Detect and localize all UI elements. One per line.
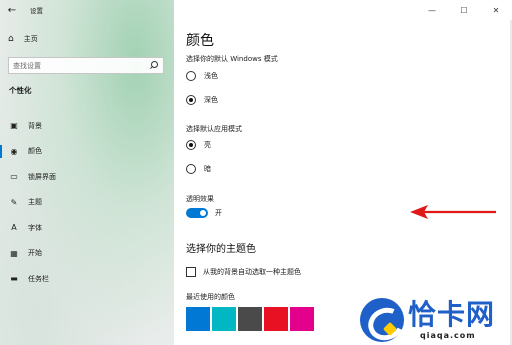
transparency-toggle[interactable] [186, 208, 208, 218]
checkbox-label: 从我的背景自动选取一种主题色 [203, 268, 301, 276]
sidebar-item-start[interactable]: ▦ 开始 [0, 241, 174, 267]
monitor-icon: ▭ [10, 172, 18, 182]
auto-accent-checkbox-row[interactable]: 从我的背景自动选取一种主题色 [186, 267, 301, 277]
search-input[interactable] [13, 61, 143, 70]
accent-title: 选择你的主题色 [186, 244, 256, 255]
sidebar-item-label: 字体 [28, 223, 42, 232]
toggle-state-label: 开 [215, 209, 222, 217]
color-swatch[interactable] [186, 307, 210, 331]
color-swatch[interactable] [238, 307, 262, 331]
close-icon[interactable]: ✕ [480, 0, 512, 20]
main-panel: — ☐ ✕ 颜色 选择你的默认 Windows 模式 浅色 深色 选择默认应用模… [174, 0, 512, 345]
app-mode-label: 选择默认应用模式 [186, 125, 242, 133]
radio-label: 暗 [204, 165, 211, 173]
search-box[interactable] [8, 57, 164, 74]
section-title: 个性化 [9, 86, 32, 95]
windows-mode-label: 选择你的默认 Windows 模式 [186, 55, 278, 63]
sidebar-item-label: 开始 [28, 249, 42, 258]
radio-app-light[interactable]: 亮 [186, 140, 211, 150]
palette-icon: ◉ [10, 146, 18, 156]
sidebar-item-label: 锁屏界面 [28, 172, 56, 181]
sidebar-item-colors[interactable]: ◉ 颜色 [0, 139, 174, 165]
sidebar-item-fonts[interactable]: A 字体 [0, 215, 174, 241]
back-icon[interactable]: ← [0, 0, 24, 20]
home-label: 主页 [23, 35, 38, 43]
sidebar-item-label: 主题 [28, 198, 42, 207]
color-swatch[interactable] [264, 307, 288, 331]
home-icon: ⌂ [8, 34, 14, 44]
maximize-icon[interactable]: ☐ [448, 0, 480, 20]
color-swatch[interactable] [290, 307, 314, 331]
transparency-toggle-row[interactable]: 开 [186, 208, 222, 218]
sidebar-item-background[interactable]: ▣ 背景 [0, 113, 174, 139]
watermark-logo: 恰卡网 qiaqa.com [360, 298, 512, 345]
recent-colors-label: 最近使用的颜色 [186, 293, 235, 301]
sidebar: ← 设置 ⌂ 主页 个性化 ▣ 背景 ◉ 颜色 ▭ 锁屏界面 [0, 0, 174, 345]
sidebar-item-lockscreen[interactable]: ▭ 锁屏界面 [0, 164, 174, 190]
search-icon[interactable] [149, 61, 158, 70]
taskbar-icon: ▬ [10, 274, 18, 284]
transparency-label: 透明效果 [186, 195, 214, 203]
sidebar-item-label: 任务栏 [28, 274, 49, 283]
radio-button-selected[interactable] [186, 95, 196, 105]
brush-icon: ✎ [10, 197, 18, 207]
sidebar-nav: ▣ 背景 ◉ 颜色 ▭ 锁屏界面 ✎ 主题 A 字体 ▦ 开始 ▬ 任务栏 [0, 113, 174, 292]
sidebar-item-taskbar[interactable]: ▬ 任务栏 [0, 266, 174, 292]
sidebar-item-themes[interactable]: ✎ 主题 [0, 190, 174, 216]
watermark-domain: qiaqa.com [420, 331, 476, 340]
radio-button[interactable] [186, 164, 196, 174]
font-icon: A [11, 223, 17, 233]
recent-colors [186, 307, 314, 331]
minimize-icon[interactable]: — [416, 0, 448, 20]
brand-logo-icon [360, 298, 404, 342]
auto-accent-checkbox[interactable] [186, 267, 196, 277]
settings-window: ← 设置 ⌂ 主页 个性化 ▣ 背景 ◉ 颜色 ▭ 锁屏界面 [0, 0, 512, 345]
titlebar-left: ← 设置 [0, 0, 174, 20]
sidebar-item-label: 背景 [28, 121, 42, 130]
radio-app-dark[interactable]: 暗 [186, 164, 211, 174]
watermark-brand: 恰卡网 [408, 298, 496, 331]
home-link[interactable]: ⌂ 主页 [8, 34, 38, 44]
radio-label: 亮 [204, 141, 211, 149]
start-icon: ▦ [10, 248, 18, 258]
color-swatch[interactable] [212, 307, 236, 331]
red-arrow-icon [410, 205, 496, 219]
radio-button-selected[interactable] [186, 140, 196, 150]
page-title: 颜色 [186, 33, 214, 49]
radio-windows-light[interactable]: 浅色 [186, 71, 218, 81]
window-controls: — ☐ ✕ [416, 0, 512, 20]
radio-label: 深色 [204, 96, 218, 104]
radio-button[interactable] [186, 71, 196, 81]
radio-windows-dark[interactable]: 深色 [186, 95, 218, 105]
app-title: 设置 [30, 7, 43, 15]
sidebar-item-label: 颜色 [28, 147, 42, 156]
picture-icon: ▣ [10, 121, 18, 131]
radio-label: 浅色 [204, 72, 218, 80]
